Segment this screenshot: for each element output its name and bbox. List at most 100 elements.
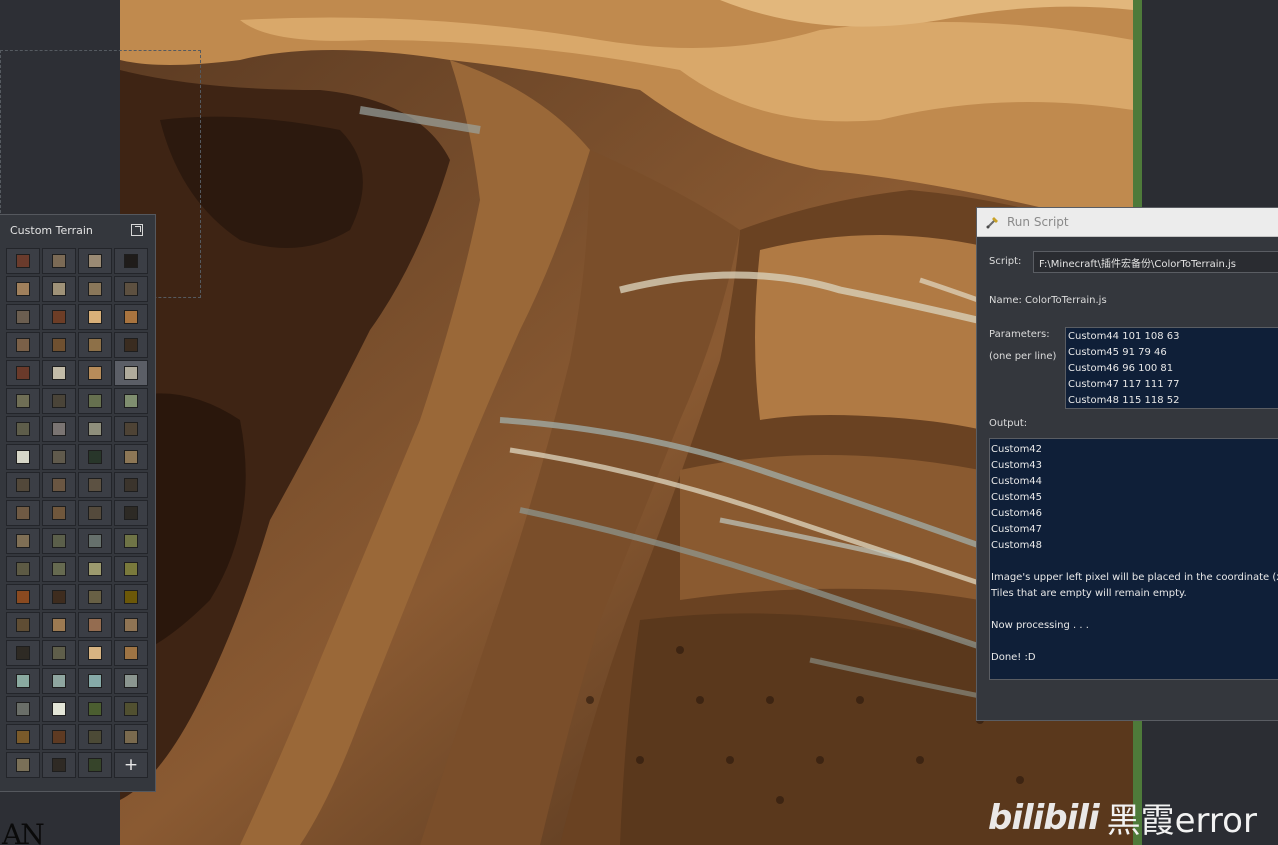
script-path-field[interactable]: F:\Minecraft\插件宏备份\ColorToTerrain.js: [1033, 251, 1278, 273]
terrain-swatch[interactable]: [42, 696, 76, 722]
terrain-swatch[interactable]: [114, 416, 148, 442]
terrain-swatch[interactable]: [114, 668, 148, 694]
terrain-swatch[interactable]: [78, 248, 112, 274]
terrain-swatch[interactable]: [114, 640, 148, 666]
swatch-color: [124, 254, 138, 268]
terrain-swatch[interactable]: [42, 724, 76, 750]
terrain-swatch[interactable]: [6, 360, 40, 386]
terrain-swatch[interactable]: [6, 640, 40, 666]
swatch-color: [88, 478, 102, 492]
terrain-swatch[interactable]: [6, 304, 40, 330]
terrain-swatch[interactable]: [114, 612, 148, 638]
terrain-swatch[interactable]: [114, 444, 148, 470]
terrain-swatch[interactable]: [6, 416, 40, 442]
terrain-swatch[interactable]: [42, 304, 76, 330]
run-script-dialog: Run Script Script: F:\Minecraft\插件宏备份\Co…: [976, 207, 1278, 721]
swatch-color: [52, 450, 66, 464]
terrain-swatch[interactable]: [114, 472, 148, 498]
terrain-swatch[interactable]: [78, 668, 112, 694]
terrain-swatch[interactable]: [78, 556, 112, 582]
parameters-textarea[interactable]: Custom44 101 108 63 Custom45 91 79 46 Cu…: [1065, 327, 1278, 409]
terrain-swatch[interactable]: [78, 276, 112, 302]
swatch-color: [52, 618, 66, 632]
swatch-color: [124, 282, 138, 296]
terrain-swatch[interactable]: [6, 584, 40, 610]
terrain-swatch[interactable]: [42, 248, 76, 274]
terrain-swatch[interactable]: [42, 416, 76, 442]
terrain-swatch[interactable]: [6, 500, 40, 526]
bilibili-logo: bilibili: [988, 797, 1100, 838]
terrain-swatch[interactable]: [42, 528, 76, 554]
swatch-color: [52, 674, 66, 688]
terrain-swatch[interactable]: [42, 668, 76, 694]
swatch-color: [124, 450, 138, 464]
palette-title: Custom Terrain: [10, 223, 93, 237]
terrain-swatch[interactable]: [6, 332, 40, 358]
terrain-swatch[interactable]: [114, 584, 148, 610]
terrain-swatch[interactable]: [42, 612, 76, 638]
swatch-color: [88, 254, 102, 268]
terrain-swatch[interactable]: [42, 640, 76, 666]
terrain-swatch[interactable]: [42, 500, 76, 526]
terrain-swatch[interactable]: [114, 276, 148, 302]
terrain-swatch[interactable]: [78, 640, 112, 666]
terrain-swatch[interactable]: [114, 696, 148, 722]
terrain-swatch[interactable]: [78, 444, 112, 470]
terrain-swatch[interactable]: [6, 248, 40, 274]
swatch-color: [16, 562, 30, 576]
terrain-swatch[interactable]: [114, 724, 148, 750]
terrain-swatch[interactable]: [114, 248, 148, 274]
terrain-swatch[interactable]: [6, 724, 40, 750]
terrain-swatch[interactable]: [78, 304, 112, 330]
terrain-swatch[interactable]: [6, 276, 40, 302]
terrain-swatch[interactable]: [114, 388, 148, 414]
terrain-swatch[interactable]: [78, 584, 112, 610]
terrain-swatch[interactable]: [6, 528, 40, 554]
terrain-swatch[interactable]: [78, 332, 112, 358]
terrain-swatch[interactable]: [114, 360, 148, 386]
terrain-swatch[interactable]: [42, 556, 76, 582]
terrain-swatch[interactable]: [78, 528, 112, 554]
add-terrain-button[interactable]: +: [114, 752, 148, 778]
terrain-swatch[interactable]: [42, 584, 76, 610]
terrain-swatch[interactable]: [6, 556, 40, 582]
terrain-swatch[interactable]: [78, 388, 112, 414]
terrain-swatch[interactable]: [42, 388, 76, 414]
dialog-titlebar[interactable]: Run Script: [977, 208, 1278, 237]
terrain-swatch[interactable]: [42, 276, 76, 302]
swatch-color: [52, 506, 66, 520]
terrain-swatch[interactable]: [78, 500, 112, 526]
terrain-swatch[interactable]: [6, 696, 40, 722]
terrain-swatch[interactable]: [6, 612, 40, 638]
terrain-swatch[interactable]: [78, 696, 112, 722]
output-textarea[interactable]: Custom42 Custom43 Custom44 Custom45 Cust…: [989, 438, 1278, 680]
terrain-swatch[interactable]: [6, 388, 40, 414]
terrain-swatch[interactable]: [78, 360, 112, 386]
terrain-swatch[interactable]: [42, 444, 76, 470]
terrain-swatch[interactable]: [114, 528, 148, 554]
terrain-swatch[interactable]: [114, 500, 148, 526]
swatch-color: [52, 422, 66, 436]
terrain-swatch[interactable]: [78, 472, 112, 498]
watermark-author: 黑霞error: [1106, 801, 1257, 841]
maximize-icon[interactable]: [131, 224, 143, 236]
swatch-color: [16, 674, 30, 688]
terrain-swatch[interactable]: [42, 360, 76, 386]
terrain-swatch[interactable]: [114, 332, 148, 358]
terrain-swatch[interactable]: [6, 472, 40, 498]
name-value: ColorToTerrain.js: [1025, 295, 1107, 306]
terrain-swatch[interactable]: [6, 752, 40, 778]
swatch-color: [88, 758, 102, 772]
terrain-swatch[interactable]: [42, 332, 76, 358]
terrain-swatch[interactable]: [78, 724, 112, 750]
terrain-swatch[interactable]: [114, 304, 148, 330]
terrain-swatch[interactable]: [6, 444, 40, 470]
terrain-swatch[interactable]: [114, 556, 148, 582]
terrain-swatch[interactable]: [78, 612, 112, 638]
terrain-swatch[interactable]: [78, 752, 112, 778]
terrain-swatch[interactable]: [42, 752, 76, 778]
terrain-swatch[interactable]: [42, 472, 76, 498]
terrain-swatch[interactable]: [6, 668, 40, 694]
swatch-grid: +: [6, 248, 150, 780]
terrain-swatch[interactable]: [78, 416, 112, 442]
